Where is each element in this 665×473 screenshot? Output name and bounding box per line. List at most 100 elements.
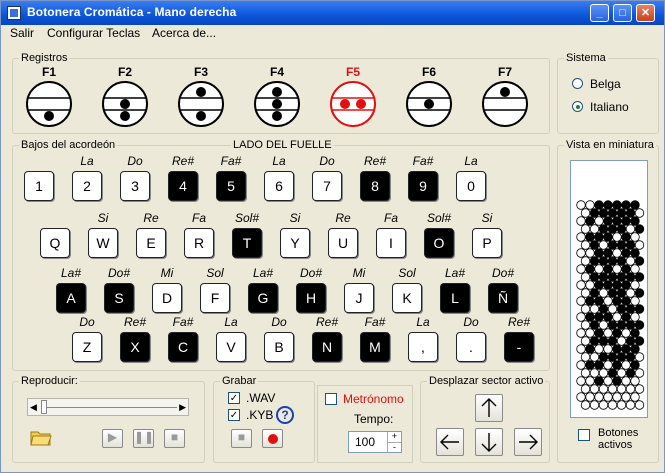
mini-button	[576, 328, 586, 338]
mini-button	[603, 264, 613, 274]
playback-slider[interactable]: ◀ ▶	[27, 398, 189, 416]
play-button[interactable]: ▶	[102, 429, 123, 448]
key-W[interactable]: W	[88, 228, 118, 258]
key-U[interactable]: U	[328, 228, 358, 258]
key-E[interactable]: E	[136, 228, 166, 258]
note-label: Si	[97, 211, 109, 225]
key-P[interactable]: P	[472, 228, 502, 258]
tempo-down-button[interactable]: -	[387, 442, 401, 452]
maximize-button[interactable]: □	[613, 4, 632, 22]
register-f6-button[interactable]	[404, 79, 454, 129]
key-5[interactable]: 5	[216, 171, 246, 201]
slider-left-arrow-icon[interactable]: ◀	[30, 402, 37, 413]
key-1[interactable]: 1	[24, 171, 54, 201]
open-folder-icon[interactable]	[30, 428, 52, 446]
key-3[interactable]: 3	[120, 171, 150, 201]
menu-salir[interactable]: Salir	[10, 26, 34, 40]
key--[interactable]: -	[504, 332, 534, 362]
mini-button	[607, 208, 618, 218]
mini-button	[576, 392, 586, 402]
key-C[interactable]: C	[168, 332, 198, 362]
slider-right-arrow-icon[interactable]: ▶	[179, 402, 186, 413]
register-f2-button[interactable]	[100, 79, 150, 129]
register-f5-button[interactable]	[328, 79, 378, 129]
pause-button[interactable]: ❚❚	[133, 429, 154, 448]
note-label: Re#	[171, 154, 194, 168]
menu-acerca-de[interactable]: Acerca de...	[152, 26, 216, 40]
botones-activos-checkbox[interactable]	[578, 429, 590, 441]
mini-button	[625, 336, 636, 346]
radio-belga[interactable]	[572, 78, 583, 89]
key-Q[interactable]: Q	[40, 228, 70, 258]
key-M[interactable]: M	[360, 332, 390, 362]
mini-button	[621, 232, 631, 242]
kyb-checkbox[interactable]: ✓	[228, 409, 240, 421]
metronomo-checkbox[interactable]	[325, 393, 337, 405]
radio-italiano[interactable]	[572, 101, 583, 112]
key-K[interactable]: K	[392, 283, 422, 313]
key-F[interactable]: F	[200, 283, 230, 313]
key-O[interactable]: O	[424, 228, 454, 258]
key-S[interactable]: S	[104, 283, 134, 313]
mini-button	[625, 208, 636, 218]
key-J[interactable]: J	[344, 283, 374, 313]
key-N[interactable]: N	[312, 332, 342, 362]
tempo-up-button[interactable]: +	[387, 432, 401, 442]
wav-checkbox[interactable]: ✓	[228, 392, 240, 404]
key-I[interactable]: I	[376, 228, 406, 258]
register-dot	[272, 99, 282, 109]
key-L[interactable]: L	[440, 283, 470, 313]
key-A[interactable]: A	[56, 283, 86, 313]
arrow-right-icon	[519, 434, 538, 450]
key-X[interactable]: X	[120, 332, 150, 362]
mini-button	[585, 344, 595, 354]
stop-button[interactable]: ■	[164, 429, 185, 448]
key-Y[interactable]: Y	[280, 228, 310, 258]
key-4[interactable]: 4	[168, 171, 198, 201]
key-9[interactable]: 9	[408, 171, 438, 201]
vista-group: Vista en miniatura Botones activos	[557, 139, 659, 463]
key-T[interactable]: T	[232, 228, 262, 258]
register-f7-button[interactable]	[480, 79, 530, 129]
move-left-button[interactable]	[436, 428, 464, 456]
close-button[interactable]: ✕	[636, 4, 655, 22]
key-7[interactable]: 7	[312, 171, 342, 201]
key-0[interactable]: 0	[456, 171, 486, 201]
move-up-button[interactable]	[475, 394, 503, 422]
key-8[interactable]: 8	[360, 171, 390, 201]
key-6[interactable]: 6	[264, 171, 294, 201]
mini-button	[603, 376, 613, 386]
key-R[interactable]: R	[184, 228, 214, 258]
move-right-button[interactable]	[514, 428, 542, 456]
tempo-value[interactable]: 100	[355, 435, 375, 449]
record-button[interactable]	[262, 429, 283, 448]
key-G[interactable]: G	[248, 283, 278, 313]
key-2[interactable]: 2	[72, 171, 102, 201]
move-down-button[interactable]	[475, 428, 503, 456]
menu-configurar-teclas[interactable]: Configurar Teclas	[47, 26, 140, 40]
key-,[interactable]: ,	[408, 332, 438, 362]
key-B[interactable]: B	[264, 332, 294, 362]
mini-button	[589, 400, 600, 410]
note-label: Fa#	[412, 154, 434, 168]
key-H[interactable]: H	[296, 283, 326, 313]
help-icon[interactable]: ?	[276, 406, 294, 424]
tempo-spinner[interactable]: 100 + -	[348, 431, 402, 453]
grabar-group: Grabar ✓ .WAV ✓ .KYB ? ■	[213, 375, 315, 463]
record-stop-button[interactable]: ■	[231, 429, 252, 448]
key-Z[interactable]: Z	[72, 332, 102, 362]
key-.[interactable]: .	[456, 332, 486, 362]
mini-button	[607, 320, 618, 330]
vista-label: Vista en miniatura	[564, 139, 656, 151]
note-label: Sol	[206, 266, 224, 280]
register-f3-button[interactable]	[176, 79, 226, 129]
register-f4-button[interactable]	[252, 79, 302, 129]
key-Ñ[interactable]: Ñ	[488, 283, 518, 313]
mini-button	[621, 376, 631, 386]
mini-button	[589, 288, 600, 298]
key-D[interactable]: D	[152, 283, 182, 313]
key-V[interactable]: V	[216, 332, 246, 362]
minimize-button[interactable]: _	[590, 4, 609, 22]
register-f1-button[interactable]	[24, 79, 74, 129]
note-label: Do	[127, 154, 143, 168]
